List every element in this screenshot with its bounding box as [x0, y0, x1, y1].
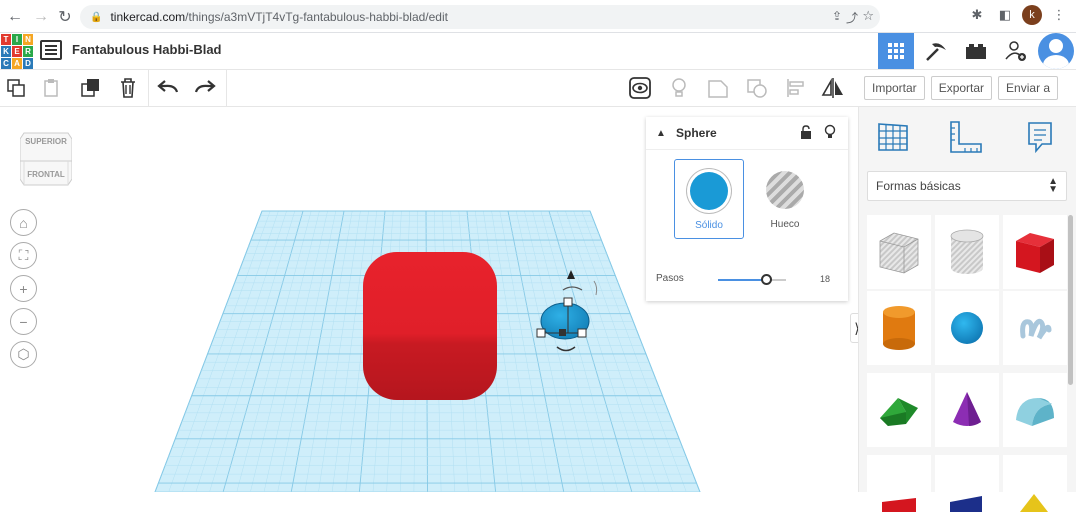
shape-name[interactable]: Sphere: [676, 126, 717, 140]
red-box-shape[interactable]: [363, 252, 497, 400]
url-path: /things/a3mVTjT4vTg-fantabulous-habbi-bl…: [185, 10, 448, 24]
duplicate-icon[interactable]: [79, 76, 103, 100]
notes-tool-icon[interactable]: [1022, 119, 1058, 155]
visibility-bulb-icon[interactable]: [824, 124, 836, 143]
fit-view-icon[interactable]: ⛶: [10, 242, 37, 269]
edit-toolbar: [0, 70, 858, 107]
app-header: TIN KER CAD Fantabulous Habbi-Blad: [0, 33, 1076, 70]
home-view-icon[interactable]: ⌂: [10, 209, 37, 236]
add-user-icon[interactable]: [998, 33, 1034, 69]
new-design-icon[interactable]: [4, 76, 28, 100]
tinkercad-logo[interactable]: TIN KER CAD: [0, 33, 33, 69]
perspective-icon[interactable]: ⬡: [10, 341, 37, 368]
steps-label: Pasos: [656, 273, 684, 284]
shape-cone[interactable]: [935, 373, 999, 447]
shape-round-roof[interactable]: [1003, 373, 1067, 447]
shape-roof[interactable]: [867, 373, 931, 447]
logo-letter: E: [12, 46, 22, 57]
resize-handle[interactable]: [536, 328, 546, 338]
shape-scribble[interactable]: [1003, 291, 1067, 365]
shape-cylinder-striped[interactable]: [935, 215, 999, 289]
zoom-in-icon[interactable]: +: [10, 275, 37, 302]
browser-bar: ← → ↻ 🔒 tinkercad.com/things/a3mVTjT4vTg…: [0, 0, 1076, 33]
logo-letter: T: [1, 34, 11, 45]
resize-handle[interactable]: [563, 297, 573, 307]
shapes-panel: Formas básicas ▲ ▼: [858, 107, 1076, 529]
shape-box[interactable]: [1003, 215, 1067, 289]
3d-design-view-button[interactable]: [878, 33, 914, 69]
steps-value: 18: [819, 274, 830, 284]
viewcube-front-label: FRONTAL: [27, 170, 65, 179]
solid-swatch: [690, 172, 728, 210]
shape-inspector: ▲ Sphere Sólido Hueco Pasos 18: [646, 117, 848, 301]
show-all-icon[interactable]: [628, 76, 652, 100]
shapes-scrollbar[interactable]: [1068, 215, 1073, 385]
url-host: tinkercad.com: [110, 10, 186, 24]
lock-icon: 🔒: [90, 11, 103, 23]
bookmark-star-icon[interactable]: ☆: [862, 8, 874, 24]
shape-cylinder[interactable]: [867, 291, 931, 365]
design-list-icon[interactable]: [40, 40, 62, 60]
shape-pyramid[interactable]: [1003, 455, 1067, 529]
paste-icon[interactable]: [40, 76, 64, 100]
address-bar[interactable]: 🔒 tinkercad.com/things/a3mVTjT4vTg-fanta…: [80, 5, 880, 29]
back-icon[interactable]: ←: [2, 4, 28, 30]
hole-swatch: [766, 171, 804, 209]
solid-mode-button[interactable]: Sólido: [674, 159, 744, 239]
shape-category-select[interactable]: Formas básicas ▲ ▼: [867, 171, 1067, 201]
design-title[interactable]: Fantabulous Habbi-Blad: [72, 42, 222, 57]
shape-sphere[interactable]: [935, 291, 999, 365]
bricks-icon[interactable]: [958, 33, 994, 69]
viewcube-top-label: SUPERIOR: [25, 137, 67, 146]
logo-letter: A: [12, 58, 22, 69]
category-value: Formas básicas: [876, 179, 961, 193]
redo-icon[interactable]: [193, 76, 217, 100]
pickaxe-icon[interactable]: [918, 33, 954, 69]
hole-label: Hueco: [770, 219, 800, 230]
workplane-tool-icon[interactable]: [875, 119, 911, 155]
resize-handle[interactable]: [577, 328, 587, 338]
side-panel-icon[interactable]: ◧: [994, 4, 1016, 26]
send-to-button[interactable]: Enviar a: [998, 76, 1059, 100]
ungroup-icon[interactable]: [745, 76, 769, 100]
import-export-bar: Importar Exportar Enviar a: [858, 70, 1076, 107]
collapse-triangle-icon[interactable]: ▲: [646, 128, 676, 139]
extensions-icon[interactable]: ✱: [966, 4, 988, 26]
group-icon[interactable]: [706, 76, 730, 100]
logo-letter: D: [23, 58, 33, 69]
install-icon[interactable]: ⇪: [832, 9, 842, 23]
user-avatar[interactable]: [1038, 33, 1074, 69]
menu-dots-icon[interactable]: ⋮: [1048, 4, 1070, 26]
center-handle[interactable]: [559, 329, 566, 336]
steps-slider-fill: [718, 279, 766, 281]
logo-letter: K: [1, 46, 11, 57]
share-icon[interactable]: ⤴: [846, 9, 858, 26]
mirror-icon[interactable]: [821, 76, 845, 100]
select-arrows-icon: ▲ ▼: [1048, 176, 1058, 195]
lock-icon[interactable]: [800, 125, 812, 142]
steps-slider-knob[interactable]: [760, 274, 772, 285]
logo-letter: R: [23, 46, 33, 57]
export-button[interactable]: Exportar: [930, 76, 993, 100]
logo-letter: C: [1, 58, 11, 69]
solid-label: Sólido: [695, 220, 723, 231]
shape-text[interactable]: [867, 455, 931, 529]
delete-icon[interactable]: [116, 76, 140, 100]
import-button[interactable]: Importar: [864, 76, 925, 100]
lightbulb-icon[interactable]: [667, 76, 691, 100]
profile-avatar[interactable]: k: [1022, 5, 1042, 25]
shape-wedge[interactable]: [935, 455, 999, 529]
undo-icon[interactable]: [156, 76, 180, 100]
shape-box-striped[interactable]: [867, 215, 931, 289]
hole-mode-button[interactable]: Hueco: [750, 159, 820, 239]
ruler-tool-icon[interactable]: [947, 119, 983, 155]
reload-icon[interactable]: ↻: [52, 4, 78, 30]
align-icon[interactable]: [784, 76, 808, 100]
logo-letter: N: [23, 34, 33, 45]
zoom-out-icon[interactable]: −: [10, 308, 37, 335]
forward-icon[interactable]: →: [28, 4, 54, 30]
logo-letter: I: [12, 34, 22, 45]
